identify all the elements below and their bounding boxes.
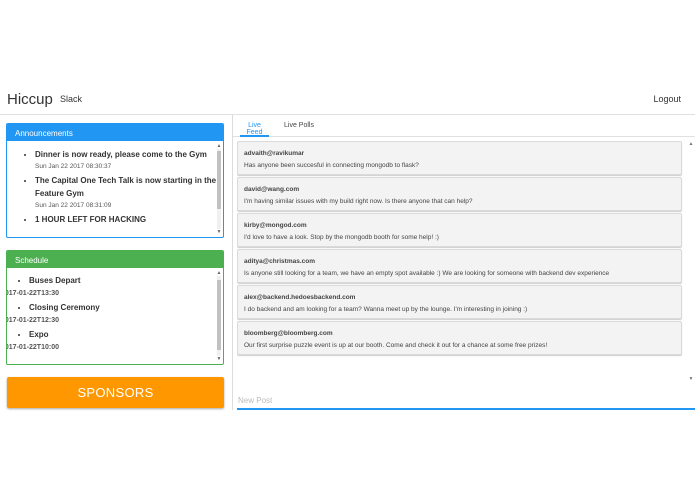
post-message: I'd love to have a look. Stop by the mon… xyxy=(244,234,439,241)
schedule-title: Schedule xyxy=(7,251,223,268)
announcements-panel: Announcements Dinner is now ready, pleas… xyxy=(6,123,224,238)
announcement-time: Sun Jan 22 2017 08:30:37 xyxy=(35,163,112,170)
post-message: I'm having similar issues with my build … xyxy=(244,198,473,205)
feed-post: alex@backend.hedoesbackend.com I do back… xyxy=(237,285,682,319)
scroll-thumb[interactable] xyxy=(217,280,221,350)
post-author: advaith@ravikumar xyxy=(244,150,305,157)
feed-post: advaith@ravikumar Has anyone been succes… xyxy=(237,141,682,175)
post-author: alex@backend.hedoesbackend.com xyxy=(244,294,356,301)
feed-scrollbar[interactable]: ▲ ▼ xyxy=(688,141,694,382)
post-message: Our first surprise puzzle event is up at… xyxy=(244,342,548,349)
post-message: Has anyone been succesful in connecting … xyxy=(244,162,419,169)
feed-post: david@wang.com I'm having similar issues… xyxy=(237,177,682,211)
column-divider xyxy=(232,115,233,410)
sponsors-button[interactable]: SPONSORS xyxy=(7,377,224,408)
post-author: aditya@christmas.com xyxy=(244,258,316,265)
nav-link-slack[interactable]: Slack xyxy=(60,94,82,104)
live-feed-list: advaith@ravikumar Has anyone been succes… xyxy=(237,141,687,382)
post-author: david@wang.com xyxy=(244,186,300,193)
tab-live-feed[interactable]: Live Feed xyxy=(240,122,269,137)
schedule-item-date: 2017-01-22T10:00 xyxy=(7,344,59,351)
schedule-body: Buses Depart 2017-01-22T13:30 Closing Ce… xyxy=(7,268,223,364)
schedule-item-date: 2017-01-22T12:30 xyxy=(7,317,59,324)
post-author: kirby@mongod.com xyxy=(244,222,307,229)
announcement-item: The Capital One Tech Talk is now startin… xyxy=(35,174,223,212)
announcement-time: Sun Jan 22 2017 08:31:09 xyxy=(35,202,112,209)
scroll-thumb[interactable] xyxy=(217,151,221,209)
announcements-list: Dinner is now ready, please come to the … xyxy=(7,141,223,226)
logout-link[interactable]: Logout xyxy=(653,94,681,104)
schedule-panel: Schedule Buses Depart 2017-01-22T13:30 C… xyxy=(6,250,224,365)
feed-tabs: Live Feed Live Polls xyxy=(233,116,695,137)
feed-post: bloomberg@bloomberg.com Our first surpri… xyxy=(237,321,682,355)
post-message: I do backend and am looking for a team? … xyxy=(244,306,528,313)
announcement-text: 1 HOUR LEFT FOR HACKING xyxy=(35,215,147,224)
announcements-body: Dinner is now ready, please come to the … xyxy=(7,141,223,237)
schedule-item-name: Buses Depart xyxy=(29,274,223,287)
announcements-title: Announcements xyxy=(7,124,223,141)
feed-post: kirby@mongod.com I'd love to have a look… xyxy=(237,213,682,247)
announcement-item: Dinner is now ready, please come to the … xyxy=(35,148,223,173)
feed-post: aditya@christmas.com Is anyone still loo… xyxy=(237,249,682,283)
scroll-up-arrow-icon[interactable]: ▲ xyxy=(688,141,694,147)
app-brand[interactable]: Hiccup xyxy=(7,91,53,108)
announcement-text: Dinner is now ready, please come to the … xyxy=(35,150,207,159)
scroll-down-arrow-icon[interactable]: ▼ xyxy=(216,356,222,362)
schedule-scrollbar[interactable]: ▲ ▼ xyxy=(216,270,222,362)
scroll-down-arrow-icon[interactable]: ▼ xyxy=(216,229,222,235)
tab-live-polls[interactable]: Live Polls xyxy=(284,122,314,137)
schedule-item-name: Expo xyxy=(29,328,223,341)
announcements-scrollbar[interactable]: ▲ ▼ xyxy=(216,143,222,235)
schedule-item-date: 2017-01-22T13:30 xyxy=(7,290,59,297)
post-author: bloomberg@bloomberg.com xyxy=(244,330,333,337)
top-navbar: Hiccup Slack Logout xyxy=(0,84,695,115)
schedule-list: Buses Depart 2017-01-22T13:30 Closing Ce… xyxy=(7,268,223,355)
scroll-down-arrow-icon[interactable]: ▼ xyxy=(688,376,694,382)
post-message: Is anyone still looking for a team, we h… xyxy=(244,270,610,277)
new-post-input[interactable] xyxy=(237,393,695,410)
schedule-item-name: Closing Ceremony xyxy=(29,301,223,314)
announcement-text: The Capital One Tech Talk is now startin… xyxy=(35,176,217,198)
announcement-item: 1 HOUR LEFT FOR HACKING xyxy=(35,213,223,226)
